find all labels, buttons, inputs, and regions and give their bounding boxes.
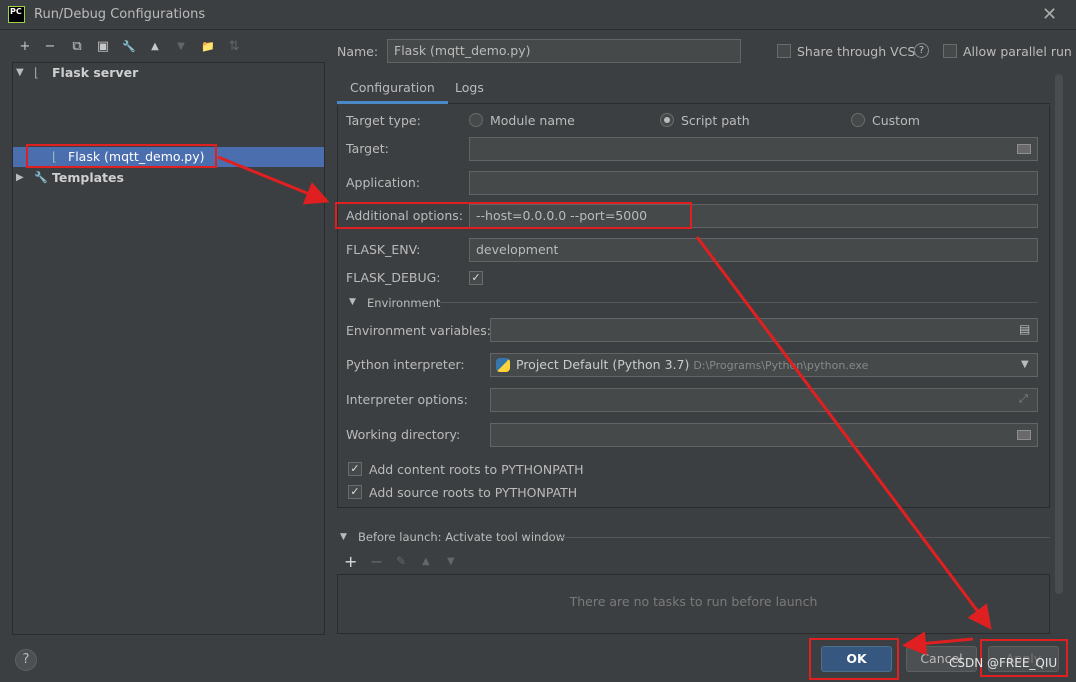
arrow-to-ok [902,631,974,656]
arrow-to-additional-options [217,155,330,205]
arrow-to-apply [695,236,992,630]
annotation-arrows [217,155,992,656]
